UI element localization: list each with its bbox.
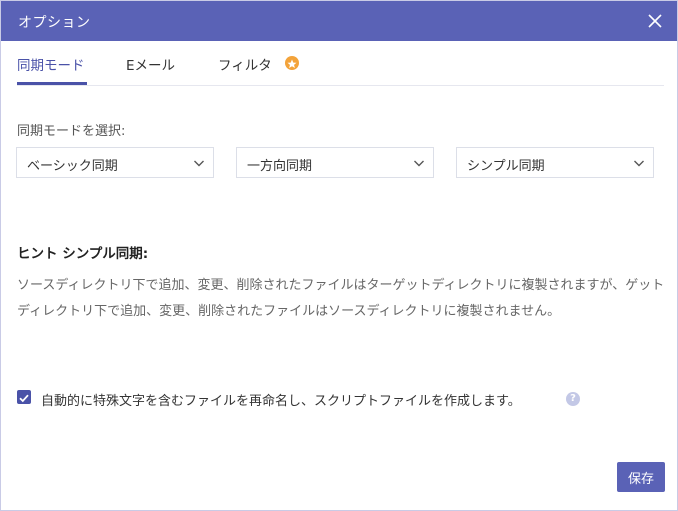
active-tab-indicator xyxy=(17,82,87,85)
tab-sync-mode[interactable]: 同期モード xyxy=(17,54,85,74)
chevron-down-icon xyxy=(414,160,424,167)
dialog-title: オプション xyxy=(18,15,91,31)
question-icon[interactable]: ? xyxy=(566,392,580,406)
sync-mode-label: 同期モードを選択: xyxy=(17,124,126,139)
sync-select-1[interactable]: ベーシック同期 xyxy=(16,147,214,178)
sync-select-3-value: シンプル同期 xyxy=(467,159,545,174)
save-button[interactable]: 保存 xyxy=(617,462,665,492)
rename-option-label[interactable]: 自動的に特殊文字を含むファイルを再命名し、スクリプトファイルを作成します。 xyxy=(41,390,521,409)
tab-filter[interactable]: フィルタ xyxy=(218,54,272,74)
hint-text: ソースディレクトリ下で追加、変更、削除されたファイルはターゲットディレクトリに複… xyxy=(17,278,665,319)
tab-bar: 同期モード Eメール フィルタ xyxy=(17,42,664,86)
close-icon[interactable] xyxy=(645,11,665,31)
sync-select-2[interactable]: 一方向同期 xyxy=(236,147,434,178)
rename-checkbox[interactable] xyxy=(17,390,31,404)
sync-select-3[interactable]: シンプル同期 xyxy=(456,147,654,178)
checkmark-icon xyxy=(19,394,29,403)
options-dialog: オプション 同期モード Eメール フィルタ 同期モードを選択: ベーシック同期 … xyxy=(0,0,678,511)
sync-select-1-value: ベーシック同期 xyxy=(27,159,118,174)
sync-select-2-value: 一方向同期 xyxy=(247,159,313,174)
tab-email[interactable]: Eメール xyxy=(126,54,175,74)
dialog-titlebar: オプション xyxy=(1,1,677,41)
star-icon xyxy=(285,56,299,70)
chevron-down-icon xyxy=(634,160,644,167)
chevron-down-icon xyxy=(194,160,204,167)
hint-title: ヒント シンプル同期: xyxy=(17,246,149,262)
